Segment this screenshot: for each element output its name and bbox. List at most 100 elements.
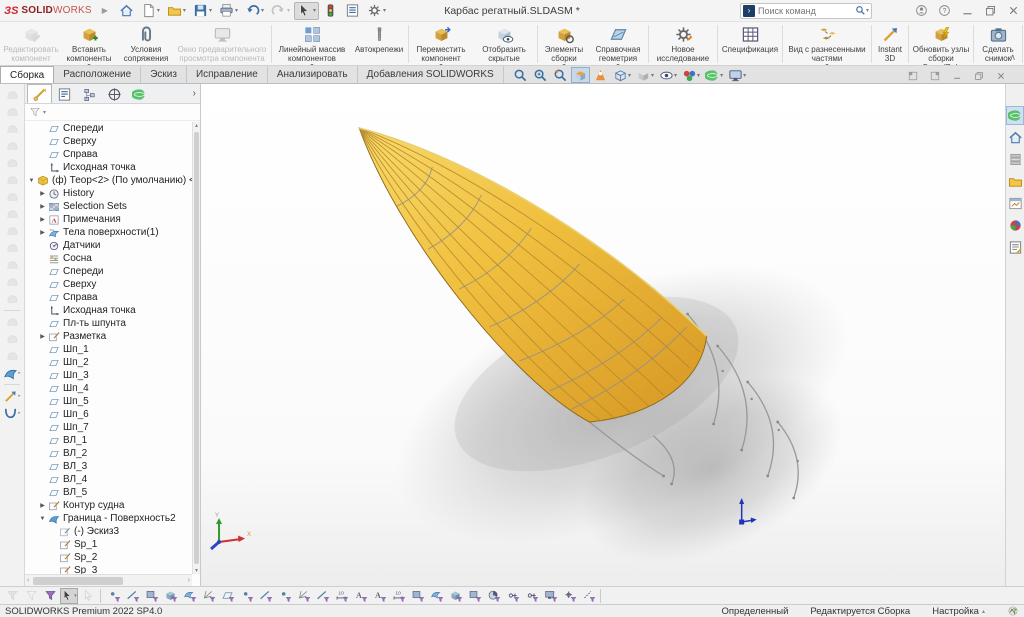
ribbon-smart-fasteners-button[interactable]: Автокрепежи	[351, 23, 407, 65]
tree-item[interactable]: ▶Selection Sets	[25, 200, 192, 213]
ribbon-instant3d-button[interactable]: Instant 3D	[873, 23, 907, 65]
tree-horizontal-scrollbar[interactable]: ‹ ›	[25, 574, 192, 586]
filter-sketch-segments-button[interactable]	[256, 588, 274, 604]
filter-center-marks-button[interactable]	[294, 588, 312, 604]
zoom-fit-button[interactable]	[511, 67, 530, 83]
scroll-down-icon[interactable]: ▾	[193, 567, 200, 574]
solidworks-resources-tab[interactable]	[1006, 128, 1024, 147]
filter-surface-finish-button[interactable]	[427, 588, 445, 604]
ribbon-motion-study-button[interactable]: Новое исследование движения	[650, 23, 716, 65]
tree-expander-icon[interactable]: ▶	[38, 216, 47, 223]
search-scope-icon[interactable]: ›	[743, 5, 755, 17]
filter-datums-button[interactable]: 10	[389, 588, 407, 604]
filter-centerlines-button[interactable]	[313, 588, 331, 604]
user-button[interactable]	[914, 4, 928, 18]
tree-item[interactable]: Исходная точка	[25, 304, 192, 317]
curves-button[interactable]: ▸	[3, 405, 22, 421]
configuration-caret-icon[interactable]: ▴	[982, 608, 985, 615]
tree-item[interactable]: Пл-ть шпунта	[25, 317, 192, 330]
hide-show-items-button[interactable]: ▾	[657, 67, 679, 83]
tree-expander-icon[interactable]: ▶	[38, 502, 47, 509]
panel-flyout-icon[interactable]: ›	[193, 88, 196, 99]
filter-edges-button[interactable]	[123, 588, 141, 604]
filter-axes-button[interactable]	[199, 588, 217, 604]
filter-screen-button[interactable]	[541, 588, 559, 604]
tree-item[interactable]: Спереди	[25, 122, 192, 135]
filter-vertices-button[interactable]	[104, 588, 122, 604]
tab-эскиз[interactable]: Эскиз	[141, 66, 187, 83]
tree-expander-icon[interactable]: ▶	[38, 190, 47, 197]
undo-button[interactable]: ▾	[242, 2, 267, 20]
restore-button[interactable]	[983, 4, 997, 18]
tree-item[interactable]: Справа	[25, 291, 192, 304]
doc-window-1-button[interactable]	[906, 69, 920, 83]
minimize-button[interactable]	[960, 4, 974, 18]
print-button[interactable]: ▾	[216, 2, 241, 20]
ribbon-mates-button[interactable]: Условия сопряжения	[118, 23, 174, 65]
tree-item[interactable]: Справа	[25, 148, 192, 161]
search-icon[interactable]	[855, 5, 866, 16]
ribbon-linear-pattern-button[interactable]: Линейный массив компонентов▾	[273, 23, 351, 65]
tree-item[interactable]: ВЛ_2	[25, 447, 192, 460]
tree-item[interactable]: Sp_1	[25, 538, 192, 551]
tree-item[interactable]: Сверху	[25, 135, 192, 148]
filter-caret-icon[interactable]: ▾	[43, 109, 46, 116]
close-button[interactable]	[1006, 4, 1020, 18]
tree-item[interactable]: Sp_2	[25, 551, 192, 564]
tree-item[interactable]: Шп_7	[25, 421, 192, 434]
view-orientation-button[interactable]: ▾	[611, 67, 633, 83]
tree-item[interactable]: Сосна	[25, 252, 192, 265]
filter-pie-button[interactable]	[484, 588, 502, 604]
help-button[interactable]: ?	[937, 4, 951, 18]
tab-исправление[interactable]: Исправление	[187, 66, 268, 83]
tree-item[interactable]: (-) Эскиз3	[25, 525, 192, 538]
panel-tab-dimxpert-manager[interactable]	[102, 84, 127, 103]
zoom-to-area-button[interactable]	[531, 67, 550, 83]
view-palette-tab[interactable]	[1006, 194, 1024, 213]
tree-item[interactable]: Шп_6	[25, 408, 192, 421]
ribbon-exploded-view-button[interactable]: Вид с разнесенными частями▾	[784, 23, 870, 65]
scrollbar-thumb[interactable]	[194, 132, 199, 564]
appearances-scenes-tab[interactable]	[1006, 216, 1024, 235]
tree-item[interactable]: ▶Контур судна	[25, 499, 192, 512]
tree-item[interactable]: ВЛ_1	[25, 434, 192, 447]
doc-minimize-button[interactable]	[950, 69, 964, 83]
command-search[interactable]: › ▾	[740, 3, 872, 19]
ribbon-collapse-button[interactable]: ∧	[1009, 52, 1016, 63]
tree-item[interactable]: ▶AПримечания	[25, 213, 192, 226]
search-caret-icon[interactable]: ▾	[866, 7, 869, 14]
file-explorer-tab[interactable]	[1006, 172, 1024, 191]
doc-window-2-button[interactable]	[928, 69, 942, 83]
tree-item[interactable]: ▶Тела поверхности(1)	[25, 226, 192, 239]
tree-expander-icon[interactable]: ▶	[38, 333, 47, 340]
filter-midpoints-button[interactable]	[275, 588, 293, 604]
filter-annotations-button[interactable]: A	[351, 588, 369, 604]
filter-planes-button[interactable]	[218, 588, 236, 604]
filter-weld-symbols-button[interactable]	[408, 588, 426, 604]
options-button[interactable]: ▾	[364, 2, 389, 20]
scrollbar-thumb[interactable]	[33, 577, 123, 585]
ribbon-insert-components-button[interactable]: Вставить компоненты▾	[60, 23, 118, 65]
selection-filters-button[interactable]	[41, 588, 59, 604]
tree-item[interactable]: ВЛ_4	[25, 473, 192, 486]
assembly-visualization-button[interactable]	[591, 67, 610, 83]
section-view-button[interactable]	[571, 67, 590, 83]
configuration-label[interactable]: Настройка	[932, 606, 979, 617]
graphics-area[interactable]: Y X	[201, 84, 1005, 586]
reference-geometry-tool-button[interactable]: ▸	[3, 388, 22, 404]
edit-appearance-button[interactable]: ▾	[680, 67, 702, 83]
tree-expander-icon[interactable]: ▼	[38, 516, 47, 522]
scroll-right-icon[interactable]: ›	[188, 577, 190, 584]
filter-sketch-points-button[interactable]	[237, 588, 255, 604]
tree-item[interactable]: ▼(ф) Теор<2> (По умолчанию) <<По ум	[25, 174, 192, 187]
tree-item[interactable]: Сверху	[25, 278, 192, 291]
custom-properties-tab[interactable]	[1006, 238, 1024, 257]
filter-reference-points-button[interactable]	[560, 588, 578, 604]
tree-item[interactable]: Шп_1	[25, 343, 192, 356]
rebuild-button[interactable]	[320, 2, 341, 20]
new-document-button[interactable]: ▾	[138, 2, 163, 20]
filter-connection-points-button[interactable]	[503, 588, 521, 604]
tree-item[interactable]: Исходная точка	[25, 161, 192, 174]
panel-tab-feature-manager[interactable]	[27, 84, 52, 103]
panel-tab-property-manager[interactable]	[52, 84, 77, 103]
